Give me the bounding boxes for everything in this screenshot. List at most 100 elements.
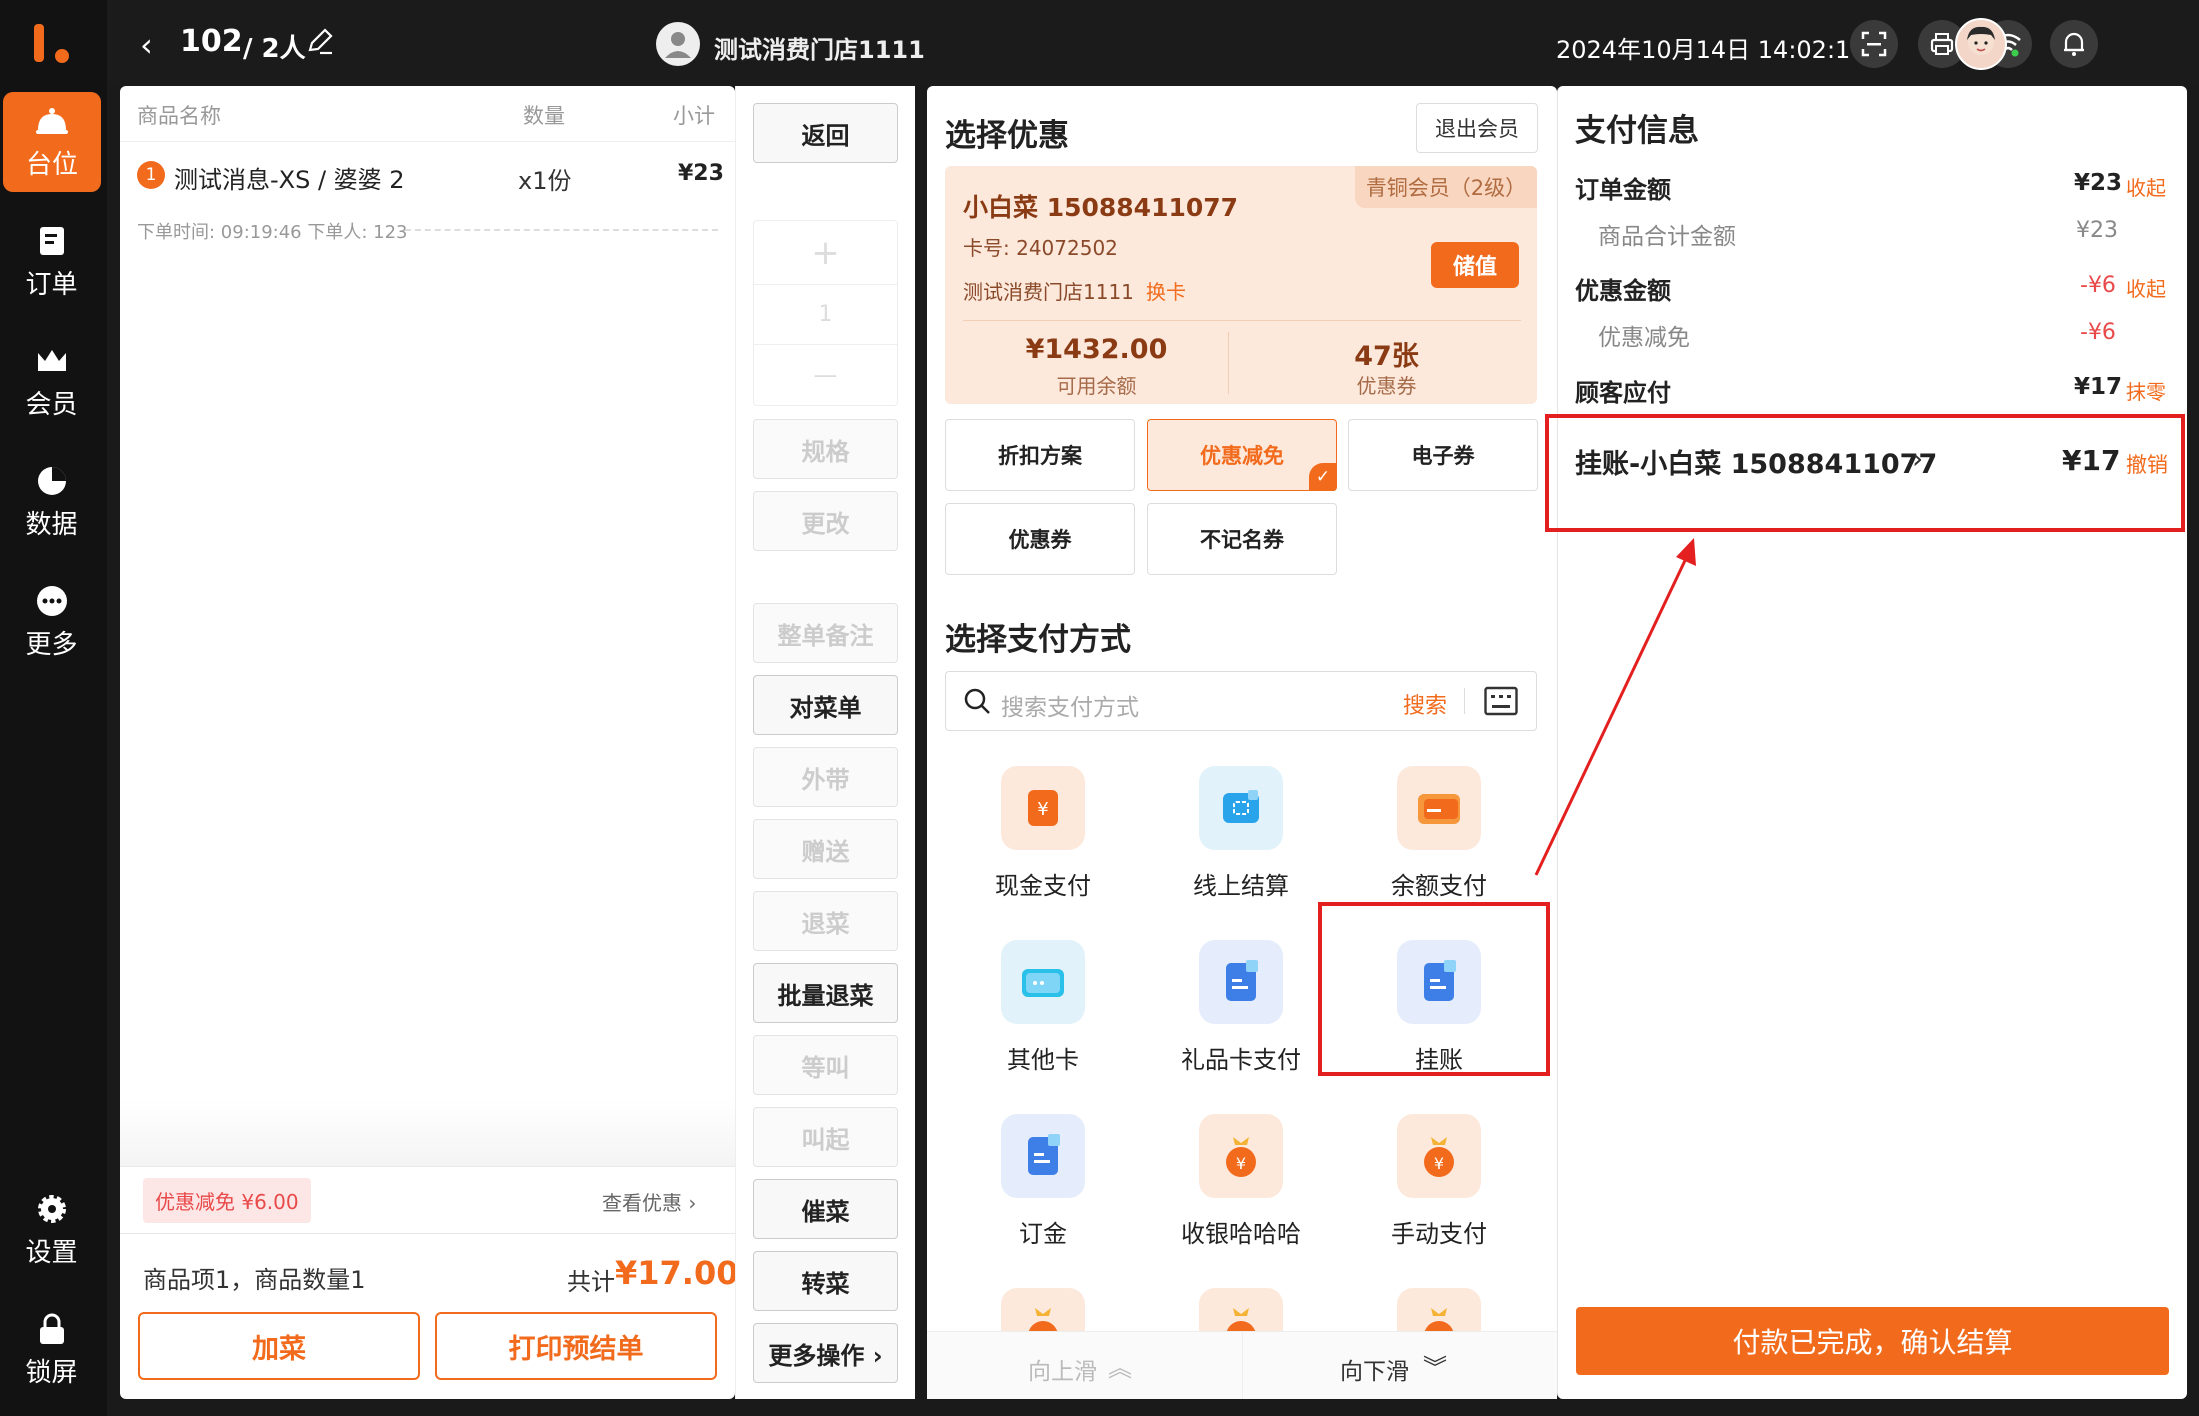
sidebar-item-orders[interactable]: 订单 — [0, 212, 103, 312]
add-dish-button[interactable]: 加菜 — [138, 1312, 420, 1380]
back-button[interactable]: 返回 — [753, 103, 898, 163]
chevron-double-up-icon: ︽ — [1108, 1354, 1132, 1382]
order-icon — [35, 224, 69, 258]
moneybag-icon[interactable]: ¥ — [1397, 1114, 1481, 1198]
total-value: ¥17.00 — [615, 1254, 739, 1292]
fade-overlay — [120, 1100, 735, 1166]
confirm-settle-button[interactable]: 付款已完成，确认结算 — [1576, 1307, 2169, 1375]
return-dish-button[interactable]: 退菜 — [753, 891, 898, 951]
check-menu-button[interactable]: 对菜单 — [753, 675, 898, 735]
datetime: 2024年10月14日 14:02:16 — [1556, 36, 1866, 64]
quantity-value[interactable]: 1 — [753, 292, 898, 336]
cash-icon[interactable]: ¥ — [1001, 766, 1085, 850]
sidebar-item-settings[interactable]: 设置 — [0, 1180, 103, 1280]
moneybag-icon — [1397, 1288, 1481, 1331]
gift-button[interactable]: 赠送 — [753, 819, 898, 879]
scan-icon[interactable] — [1850, 20, 1898, 68]
sidebar-item-lock[interactable]: 锁屏 — [0, 1300, 103, 1400]
discount-amount: -¥6 — [2080, 273, 2116, 298]
tab-coupon[interactable]: 优惠券 — [945, 503, 1135, 575]
bell-icon — [35, 104, 69, 138]
wallet-icon[interactable] — [1397, 766, 1481, 850]
call-up-button[interactable]: 叫起 — [753, 1107, 898, 1167]
change-card-link[interactable]: 换卡 — [1146, 276, 1186, 305]
edit-icon[interactable] — [306, 28, 334, 56]
increase-button[interactable]: + — [753, 228, 898, 278]
divider — [120, 1166, 735, 1167]
sidebar-item-label: 订单 — [25, 269, 78, 300]
scroll-up-button[interactable]: 向上滑 — [1028, 1352, 1097, 1386]
sidebar-item-label: 数据 — [25, 509, 78, 540]
rush-button[interactable]: 催菜 — [753, 1179, 898, 1239]
moneybag-icon — [1001, 1288, 1085, 1331]
discount-sub-label: 优惠减免 — [1598, 325, 1690, 351]
recharge-button[interactable]: 储值 — [1431, 242, 1519, 288]
pay-method-balance[interactable]: 余额支付 — [1339, 866, 1539, 901]
scroll-down-button[interactable]: 向下滑 — [1340, 1352, 1409, 1386]
pay-method-manual[interactable]: 手动支付 — [1339, 1214, 1539, 1249]
exit-member-button[interactable]: 退出会员 — [1416, 103, 1538, 153]
member-name: 小白菜 15088411077 — [963, 193, 1239, 222]
coupon-label: 优惠券 — [1356, 374, 1417, 398]
amount-due: ¥17 — [2074, 374, 2123, 400]
search-button[interactable]: 搜索 — [1403, 688, 1447, 720]
transfer-button[interactable]: 转菜 — [753, 1251, 898, 1311]
order-meta: 下单时间: 09:19:46 下单人: 123 — [137, 222, 408, 243]
pay-method-other-card[interactable]: 其他卡 — [943, 1040, 1143, 1075]
sidebar-item-label: 锁屏 — [25, 1357, 78, 1388]
highlight-box — [1545, 414, 2185, 532]
divider — [753, 284, 898, 285]
discount-tag: 优惠减免 ¥6.00 — [143, 1178, 311, 1223]
order-amount: ¥23 — [2074, 170, 2123, 196]
divider — [1242, 1331, 1243, 1399]
round-off-button[interactable]: 抹零 — [2126, 376, 2166, 405]
notification-bell-icon[interactable] — [2050, 20, 2098, 68]
gift-card-icon[interactable] — [1199, 940, 1283, 1024]
sidebar-item-tables[interactable]: 台位 — [3, 92, 101, 192]
modify-button[interactable]: 更改 — [753, 491, 898, 551]
spec-button[interactable]: 规格 — [753, 419, 898, 479]
moneybag-icon[interactable]: ¥ — [1199, 1114, 1283, 1198]
svg-text:¥: ¥ — [1434, 1154, 1444, 1173]
pay-method-cashier[interactable]: 收银哈哈哈 — [1141, 1214, 1341, 1249]
sidebar-item-label: 设置 — [25, 1237, 78, 1268]
collapse-button[interactable]: 收起 — [2126, 172, 2166, 201]
tab-discount-plan[interactable]: 折扣方案 — [945, 419, 1135, 491]
deposit-icon[interactable] — [1001, 1114, 1085, 1198]
pay-method-online[interactable]: 线上结算 — [1141, 866, 1341, 901]
tab-e-coupon[interactable]: 电子券 — [1348, 419, 1538, 491]
online-icon[interactable] — [1199, 766, 1283, 850]
keyboard-icon[interactable] — [1484, 686, 1518, 716]
card-icon[interactable] — [1001, 940, 1085, 1024]
tab-anonymous-coupon[interactable]: 不记名券 — [1147, 503, 1337, 575]
back-arrow-icon[interactable]: ‹ — [140, 26, 160, 64]
collapse-button[interactable]: 收起 — [2126, 273, 2166, 302]
sidebar-item-data[interactable]: 数据 — [0, 452, 103, 552]
sidebar-item-more[interactable]: 更多 — [0, 572, 103, 672]
svg-text:¥: ¥ — [1037, 799, 1048, 820]
order-note-button[interactable]: 整单备注 — [753, 603, 898, 663]
decrease-button[interactable]: — — [753, 350, 898, 400]
print-pre-bill-button[interactable]: 打印预结单 — [435, 1312, 717, 1380]
app-logo — [34, 24, 69, 63]
sidebar-item-members[interactable]: 会员 — [0, 332, 103, 432]
order-item-name[interactable]: 测试消息-XS / 婆婆 2 — [174, 160, 405, 195]
batch-return-button[interactable]: 批量退菜 — [753, 963, 898, 1023]
member-level-badge: 青铜会员（2级） — [1355, 166, 1537, 208]
wait-call-button[interactable]: 等叫 — [753, 1035, 898, 1095]
pay-method-deposit[interactable]: 订金 — [943, 1214, 1143, 1249]
view-promo-link[interactable]: 查看优惠 › — [602, 1187, 696, 1216]
user-avatar[interactable] — [1955, 18, 2007, 70]
total-label: 共计 — [567, 1268, 615, 1296]
payment-info-title: 支付信息 — [1575, 113, 1699, 149]
coupon-count[interactable]: 47张 — [1255, 334, 1518, 373]
more-actions-button[interactable]: 更多操作 › — [753, 1323, 898, 1383]
divider — [753, 344, 898, 345]
pay-method-gift-card[interactable]: 礼品卡支付 — [1141, 1040, 1341, 1075]
takeout-button[interactable]: 外带 — [753, 747, 898, 807]
order-item-qty: x1份 — [518, 167, 572, 195]
discount-sub: -¥6 — [2080, 320, 2116, 345]
pay-method-cash[interactable]: 现金支付 — [943, 866, 1143, 901]
highlight-box — [1318, 902, 1550, 1076]
annotation-arrow — [1534, 538, 1696, 876]
